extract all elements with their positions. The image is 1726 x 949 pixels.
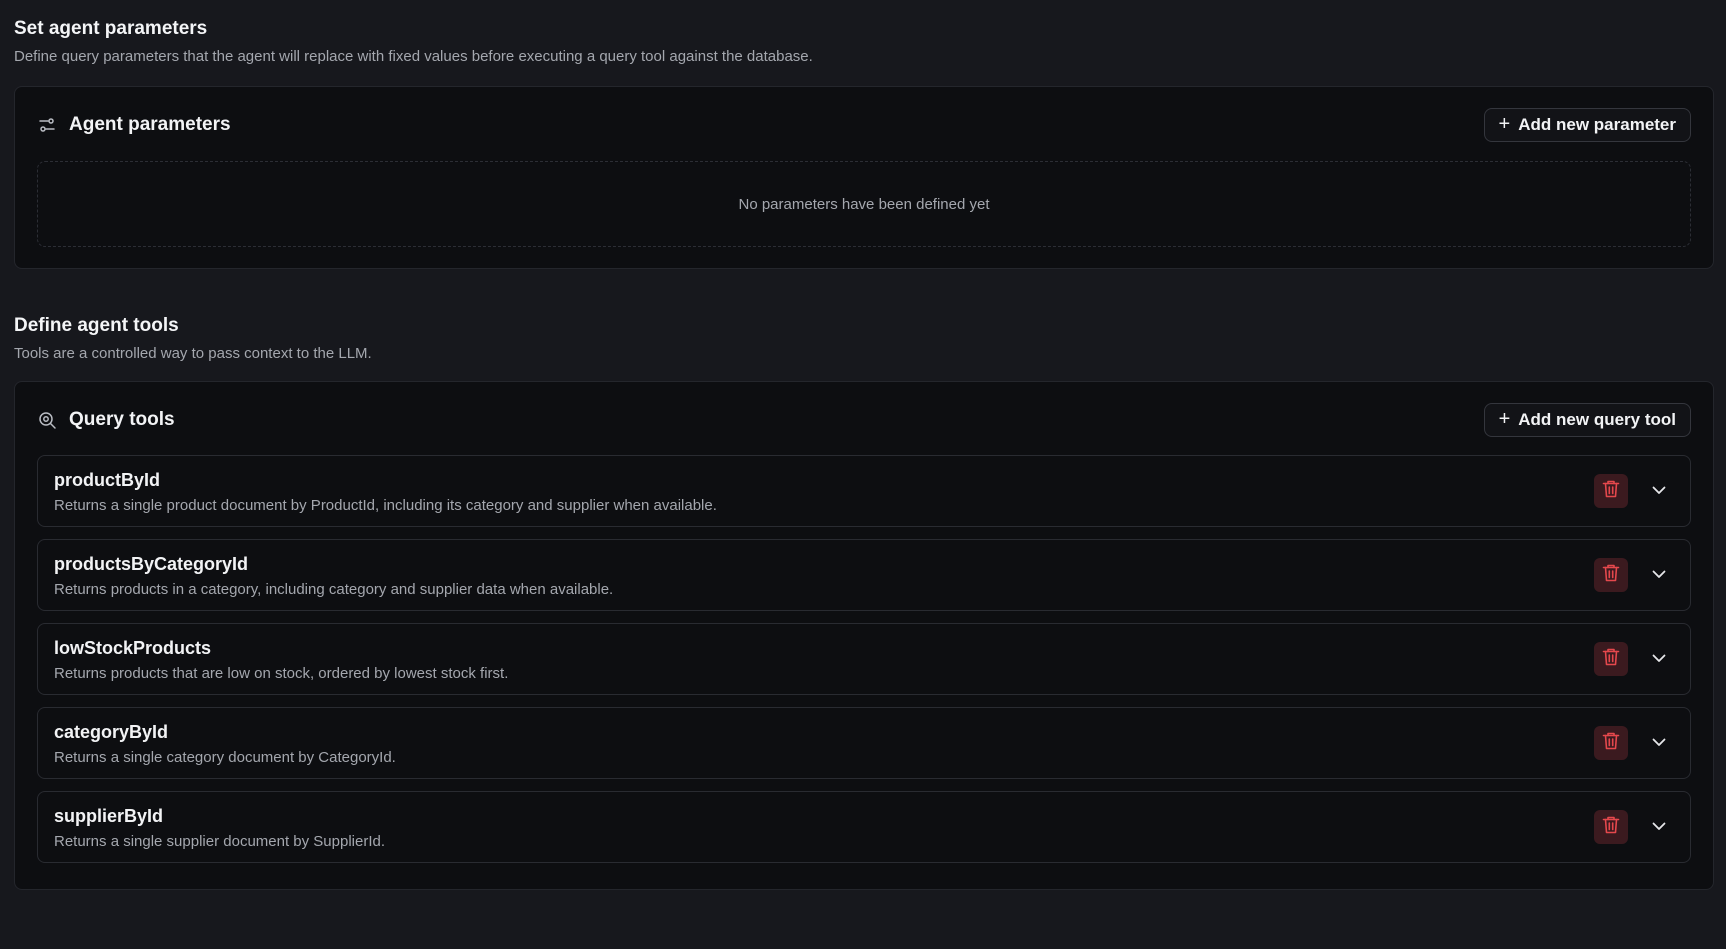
tools-section-description: Tools are a controlled way to pass conte… <box>14 345 372 362</box>
trash-icon <box>1602 563 1620 588</box>
agent-parameters-card: Agent parameters + Add new parameter No … <box>14 86 1714 269</box>
expand-tool-button[interactable] <box>1646 814 1672 840</box>
page: Set agent parameters Define query parame… <box>0 0 1726 949</box>
query-tool-row[interactable]: lowStockProducts Returns products that ar… <box>37 623 1691 695</box>
query-tool-row[interactable]: productById Returns a single product docu… <box>37 455 1691 527</box>
empty-parameters-message: No parameters have been defined yet <box>738 195 990 213</box>
query-tool-description: Returns products in a category, includin… <box>54 581 614 598</box>
search-zoom-icon <box>37 410 57 430</box>
parameters-section-title: Set agent parameters <box>14 18 208 39</box>
query-tool-name: lowStockProducts <box>54 638 212 658</box>
agent-parameters-header: Agent parameters + Add new parameter <box>37 107 1691 143</box>
query-tool-description: Returns products that are low on stock, … <box>54 665 509 682</box>
query-tool-name: supplierById <box>54 806 164 826</box>
trash-icon <box>1602 479 1620 504</box>
chevron-down-icon <box>1652 650 1666 668</box>
chevron-down-icon <box>1652 734 1666 752</box>
expand-tool-button[interactable] <box>1646 562 1672 588</box>
query-tools-header: Query tools + Add new query tool <box>37 402 1691 438</box>
trash-icon <box>1602 647 1620 672</box>
plus-icon: + <box>1498 113 1511 135</box>
parameters-section-description: Define query parameters that the agent w… <box>14 48 813 65</box>
expand-tool-button[interactable] <box>1646 478 1672 504</box>
query-tools-title: Query tools <box>69 409 175 430</box>
add-new-parameter-label: Add new parameter <box>1518 115 1676 134</box>
query-tool-description: Returns a single category document by Ca… <box>54 749 396 766</box>
query-tool-name: productById <box>54 470 160 490</box>
chevron-down-icon <box>1652 482 1666 500</box>
add-new-parameter-button[interactable]: + Add new parameter <box>1483 108 1691 142</box>
add-new-query-tool-button[interactable]: + Add new query tool <box>1483 403 1691 437</box>
delete-tool-button[interactable] <box>1594 726 1628 760</box>
query-tool-row[interactable]: categoryById Returns a single category do… <box>37 707 1691 779</box>
chevron-down-icon <box>1652 566 1666 584</box>
delete-tool-button[interactable] <box>1594 642 1628 676</box>
tools-section-title: Define agent tools <box>14 315 179 336</box>
query-tools-card: Query tools + Add new query tool product… <box>14 381 1714 890</box>
agent-parameters-title: Agent parameters <box>69 114 231 135</box>
query-tool-name: productsByCategoryId <box>54 554 249 574</box>
expand-tool-button[interactable] <box>1646 646 1672 672</box>
query-tool-row[interactable]: supplierById Returns a single supplier do… <box>37 791 1691 863</box>
chevron-down-icon <box>1652 818 1666 836</box>
sliders-icon <box>37 115 57 135</box>
query-tool-description: Returns a single supplier document by Su… <box>54 833 386 850</box>
delete-tool-button[interactable] <box>1594 810 1628 844</box>
trash-icon <box>1602 731 1620 756</box>
empty-parameters-placeholder: No parameters have been defined yet <box>37 161 1691 247</box>
trash-icon <box>1602 815 1620 840</box>
add-new-query-tool-label: Add new query tool <box>1518 410 1676 429</box>
plus-icon: + <box>1498 408 1511 430</box>
query-tool-row[interactable]: productsByCategoryId Returns products in … <box>37 539 1691 611</box>
query-tool-name: categoryById <box>54 722 169 742</box>
delete-tool-button[interactable] <box>1594 474 1628 508</box>
query-tool-description: Returns a single product document by Pro… <box>54 497 717 514</box>
delete-tool-button[interactable] <box>1594 558 1628 592</box>
expand-tool-button[interactable] <box>1646 730 1672 756</box>
